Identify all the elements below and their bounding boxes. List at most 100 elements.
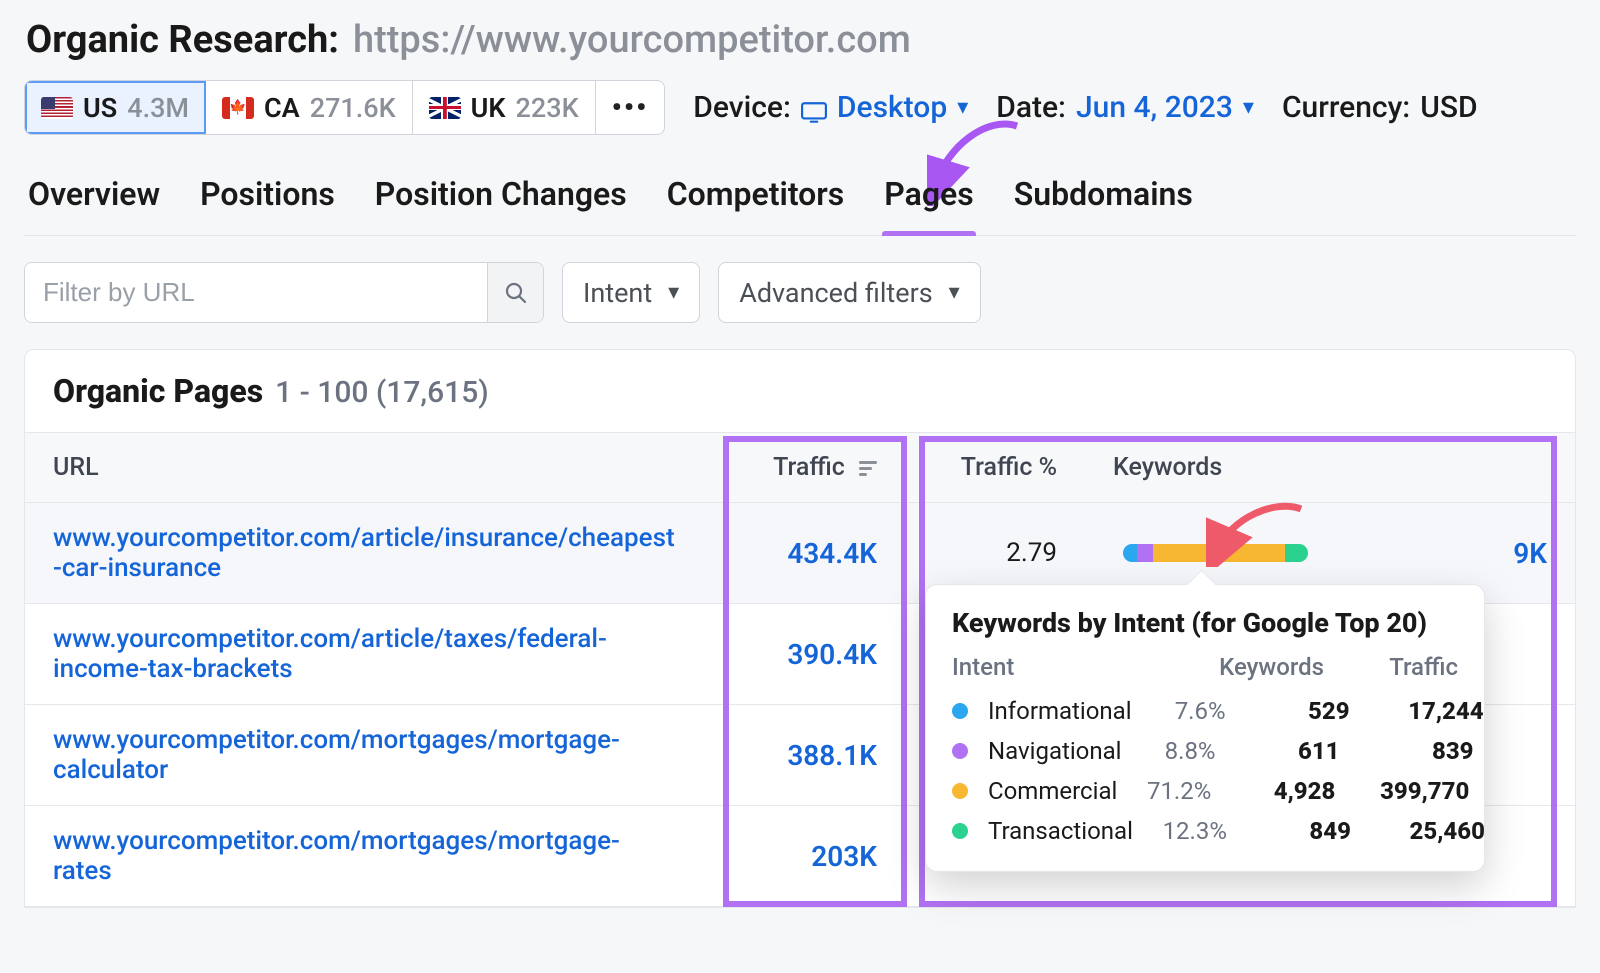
keywords-by-intent-tooltip: Keywords by Intent (for Google Top 20) I…: [925, 584, 1485, 872]
database-more-button[interactable]: •••: [596, 81, 665, 134]
date-label: Date:: [996, 90, 1066, 125]
traffic-value: 434.4K: [787, 537, 877, 570]
tab-pages[interactable]: Pages: [882, 165, 975, 235]
sort-desc-icon: [859, 458, 877, 479]
date-selector[interactable]: Date: Jun 4, 2023 ▾: [996, 90, 1254, 125]
database-count: 271.6K: [310, 92, 396, 124]
currency-value: USD: [1420, 90, 1477, 125]
database-chip-us[interactable]: US 4.3M: [25, 81, 206, 134]
card-title: Organic Pages: [53, 372, 263, 410]
page-title: Organic Research:: [26, 18, 339, 62]
intent-keywords: 529: [1240, 697, 1350, 725]
tab-competitors[interactable]: Competitors: [665, 165, 847, 235]
intent-pct: 71.2%: [1131, 777, 1211, 805]
desktop-icon: [801, 97, 827, 119]
page-url-link[interactable]: www.yourcompetitor.com/article/insurance…: [53, 523, 675, 583]
keywords-value[interactable]: 9K: [1513, 537, 1547, 570]
col-url[interactable]: URL: [25, 433, 705, 503]
tooltip-intent-row: Informational7.6%52917,244: [952, 691, 1458, 731]
tooltip-col-keywords: Keywords: [1214, 653, 1324, 681]
report-tabs: Overview Positions Position Changes Competi…: [24, 165, 1576, 236]
card-header: Organic Pages 1 - 100 (17,615): [25, 350, 1575, 433]
device-value: Desktop: [837, 90, 947, 125]
url-filter-search-button[interactable]: [487, 263, 543, 322]
tooltip-col-traffic: Traffic: [1338, 653, 1458, 681]
tooltip-col-intent: Intent: [952, 653, 1106, 681]
device-selector[interactable]: Device: Desktop ▾: [693, 90, 968, 125]
database-count: 223K: [516, 92, 579, 124]
filters-row: Intent ▾ Advanced filters ▾: [24, 262, 1576, 323]
device-label: Device:: [693, 90, 791, 125]
intent-pct: 8.8%: [1136, 737, 1216, 765]
intent-pct: 12.3%: [1147, 817, 1227, 845]
url-filter: [24, 262, 544, 323]
database-code: UK: [471, 92, 506, 124]
database-code: CA: [264, 92, 300, 124]
intent-traffic: 25,460: [1365, 817, 1485, 845]
intent-color-dot: [952, 783, 968, 799]
card-range: 1 - 100 (17,615): [275, 375, 489, 410]
intent-color-dot: [952, 703, 968, 719]
ellipsis-icon: •••: [612, 91, 649, 124]
intent-keywords: 611: [1230, 737, 1340, 765]
col-traffic-label: Traffic: [773, 453, 845, 482]
advanced-filters-label: Advanced filters: [739, 277, 932, 309]
intent-pct: 7.6%: [1146, 697, 1226, 725]
page-title-row: Organic Research: https://www.yourcompet…: [26, 18, 1576, 62]
tooltip-intent-row: Commercial71.2%4,928399,770: [952, 771, 1458, 811]
intent-keywords: 4,928: [1225, 777, 1335, 805]
col-traffic-pct[interactable]: Traffic %: [905, 433, 1085, 503]
tooltip-header: Intent Keywords Traffic: [952, 653, 1458, 681]
tab-subdomains[interactable]: Subdomains: [1012, 165, 1195, 235]
currency-label: Currency:: [1282, 90, 1410, 125]
organic-pages-card: Organic Pages 1 - 100 (17,615) URL Traff…: [24, 349, 1576, 908]
page-title-domain: https://www.yourcompetitor.com: [353, 18, 911, 62]
traffic-value: 390.4K: [787, 638, 877, 671]
intent-traffic: 839: [1354, 737, 1474, 765]
intent-filter-label: Intent: [583, 277, 652, 309]
page-url-link[interactable]: www.yourcompetitor.com/mortgages/mortgag…: [53, 725, 620, 785]
database-code: US: [83, 92, 117, 124]
intent-name: Commercial: [988, 777, 1117, 805]
col-traffic[interactable]: Traffic: [705, 433, 905, 503]
intent-traffic: 17,244: [1364, 697, 1484, 725]
chevron-down-icon: ▾: [949, 280, 960, 305]
search-icon: [504, 281, 528, 305]
chevron-down-icon: ▾: [668, 280, 679, 305]
traffic-pct-value: 2.79: [1006, 538, 1057, 568]
database-selector: US 4.3M CA 271.6K UK 223K •••: [24, 80, 665, 135]
database-chip-uk[interactable]: UK 223K: [413, 81, 596, 134]
chevron-down-icon: ▾: [957, 95, 968, 120]
intent-name: Informational: [988, 697, 1132, 725]
toolbar: US 4.3M CA 271.6K UK 223K ••• Device: Desktop …: [24, 80, 1576, 135]
currency-display: Currency: USD: [1282, 90, 1478, 125]
advanced-filters[interactable]: Advanced filters ▾: [718, 262, 981, 323]
intent-color-dot: [952, 823, 968, 839]
intent-filter[interactable]: Intent ▾: [562, 262, 700, 323]
url-filter-input[interactable]: [25, 263, 487, 322]
traffic-value: 388.1K: [787, 739, 877, 772]
intent-traffic: 399,770: [1349, 777, 1469, 805]
database-count: 4.3M: [127, 92, 189, 124]
intent-keywords: 849: [1241, 817, 1351, 845]
chevron-down-icon: ▾: [1243, 95, 1254, 120]
tooltip-title: Keywords by Intent (for Google Top 20): [952, 607, 1458, 639]
tooltip-intent-row: Navigational8.8%611839: [952, 731, 1458, 771]
page-url-link[interactable]: www.yourcompetitor.com/mortgages/mortgag…: [53, 826, 620, 886]
tab-position-changes[interactable]: Position Changes: [373, 165, 629, 235]
tooltip-intent-row: Transactional12.3%84925,460: [952, 811, 1458, 851]
database-chip-ca[interactable]: CA 271.6K: [206, 81, 413, 134]
tab-overview[interactable]: Overview: [26, 165, 162, 235]
date-value: Jun 4, 2023: [1076, 90, 1233, 125]
flag-ca-icon: [222, 97, 254, 119]
intent-name: Navigational: [988, 737, 1122, 765]
flag-uk-icon: [429, 97, 461, 119]
page-url-link[interactable]: www.yourcompetitor.com/article/taxes/fed…: [53, 624, 607, 684]
flag-us-icon: [41, 97, 73, 119]
traffic-value: 203K: [811, 840, 877, 873]
tab-positions[interactable]: Positions: [198, 165, 337, 235]
intent-name: Transactional: [988, 817, 1133, 845]
intent-distribution-bar[interactable]: [1123, 544, 1308, 562]
intent-color-dot: [952, 743, 968, 759]
col-keywords[interactable]: Keywords: [1085, 433, 1575, 503]
